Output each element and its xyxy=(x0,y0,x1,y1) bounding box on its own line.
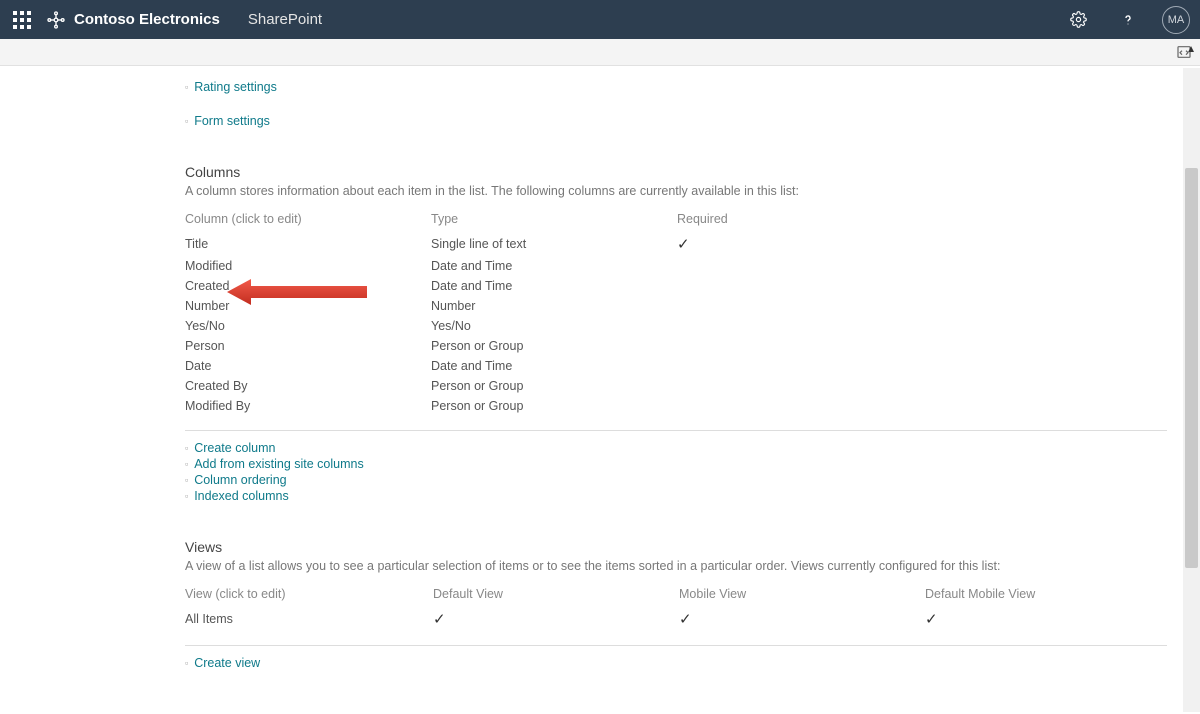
table-row: DateDate and Time xyxy=(185,356,1175,376)
bullet-icon: ▫ xyxy=(185,459,188,469)
column-type: Number xyxy=(431,299,677,313)
action-link[interactable]: Column ordering xyxy=(194,473,286,487)
column-name-link[interactable]: Modified By xyxy=(185,399,431,413)
action-link[interactable]: Create column xyxy=(194,441,275,455)
views-heading: Views xyxy=(185,539,1175,555)
column-type: Person or Group xyxy=(431,379,677,393)
columns-description: A column stores information about each i… xyxy=(185,184,1175,198)
table-row: Yes/NoYes/No xyxy=(185,316,1175,336)
required-check-icon: ✓ xyxy=(677,235,817,253)
avatar[interactable]: MA xyxy=(1162,6,1190,34)
view-header-name: View (click to edit) xyxy=(185,587,433,601)
action-link[interactable]: Create view xyxy=(194,656,260,670)
table-row: All Items✓✓✓ xyxy=(185,607,1175,631)
action-link-row: ▫ Indexed columns xyxy=(185,489,1175,503)
suite-bar: Contoso Electronics SharePoint MA xyxy=(0,0,1200,39)
action-link-row: ▫ Add from existing site columns xyxy=(185,457,1175,471)
tenant-logo-icon xyxy=(46,10,66,30)
bullet-icon: ▫ xyxy=(185,475,188,485)
view-header-default-mobile: Default Mobile View xyxy=(925,587,1165,601)
scrollbar-thumb[interactable] xyxy=(1185,168,1198,568)
column-name-link[interactable]: Modified xyxy=(185,259,431,273)
settings-link-row: ▫ Rating settings xyxy=(185,80,1175,94)
scrollbar[interactable] xyxy=(1183,68,1200,712)
column-name-link[interactable]: Title xyxy=(185,237,431,251)
view-name-link[interactable]: All Items xyxy=(185,612,433,626)
table-row: TitleSingle line of text✓ xyxy=(185,232,1175,256)
columns-table-header: Column (click to edit) Type Required xyxy=(185,212,1175,226)
column-type: Date and Time xyxy=(431,279,677,293)
column-name-link[interactable]: Date xyxy=(185,359,431,373)
column-header-required: Required xyxy=(677,212,817,226)
column-header-name: Column (click to edit) xyxy=(185,212,431,226)
divider xyxy=(185,430,1167,431)
action-link-row: ▫ Create view xyxy=(185,656,1175,670)
column-name-link[interactable]: Yes/No xyxy=(185,319,431,333)
table-row: ModifiedDate and Time xyxy=(185,256,1175,276)
action-link-row: ▫ Create column xyxy=(185,441,1175,455)
table-row: Created ByPerson or Group xyxy=(185,376,1175,396)
columns-heading: Columns xyxy=(185,164,1175,180)
column-type: Single line of text xyxy=(431,237,677,251)
bullet-icon: ▫ xyxy=(185,658,188,668)
bullet-icon: ▫ xyxy=(185,116,188,126)
column-type: Person or Group xyxy=(431,339,677,353)
table-row: Modified ByPerson or Group xyxy=(185,396,1175,416)
ribbon-bar xyxy=(0,39,1200,66)
table-row: NumberNumber xyxy=(185,296,1175,316)
column-type: Date and Time xyxy=(431,259,677,273)
column-type: Person or Group xyxy=(431,399,677,413)
views-table-header: View (click to edit) Default View Mobile… xyxy=(185,587,1175,601)
settings-icon[interactable] xyxy=(1062,4,1094,36)
mobile-view-check-icon: ✓ xyxy=(679,610,925,628)
default-mobile-view-check-icon: ✓ xyxy=(925,610,1165,628)
column-name-link[interactable]: Number xyxy=(185,299,431,313)
settings-link[interactable]: Rating settings xyxy=(194,80,277,94)
view-header-default: Default View xyxy=(433,587,679,601)
default-view-check-icon: ✓ xyxy=(433,610,679,628)
app-launcher-icon[interactable] xyxy=(10,8,34,32)
divider xyxy=(185,645,1167,646)
views-description: A view of a list allows you to see a par… xyxy=(185,559,1175,573)
scroll-up-arrow-icon: ▲ xyxy=(1186,44,1196,55)
settings-link-row: ▫ Form settings xyxy=(185,114,1175,128)
action-link[interactable]: Indexed columns xyxy=(194,489,289,503)
settings-link[interactable]: Form settings xyxy=(194,114,270,128)
column-header-type: Type xyxy=(431,212,677,226)
action-link[interactable]: Add from existing site columns xyxy=(194,457,364,471)
view-header-mobile: Mobile View xyxy=(679,587,925,601)
bullet-icon: ▫ xyxy=(185,491,188,501)
column-name-link[interactable]: Created xyxy=(185,279,431,293)
column-type: Date and Time xyxy=(431,359,677,373)
column-name-link[interactable]: Created By xyxy=(185,379,431,393)
app-name[interactable]: SharePoint xyxy=(248,11,322,28)
bullet-icon: ▫ xyxy=(185,443,188,453)
table-row: CreatedDate and Time xyxy=(185,276,1175,296)
tenant-name[interactable]: Contoso Electronics xyxy=(74,11,220,28)
column-type: Yes/No xyxy=(431,319,677,333)
action-link-row: ▫ Column ordering xyxy=(185,473,1175,487)
table-row: PersonPerson or Group xyxy=(185,336,1175,356)
column-name-link[interactable]: Person xyxy=(185,339,431,353)
help-icon[interactable] xyxy=(1112,4,1144,36)
bullet-icon: ▫ xyxy=(185,82,188,92)
